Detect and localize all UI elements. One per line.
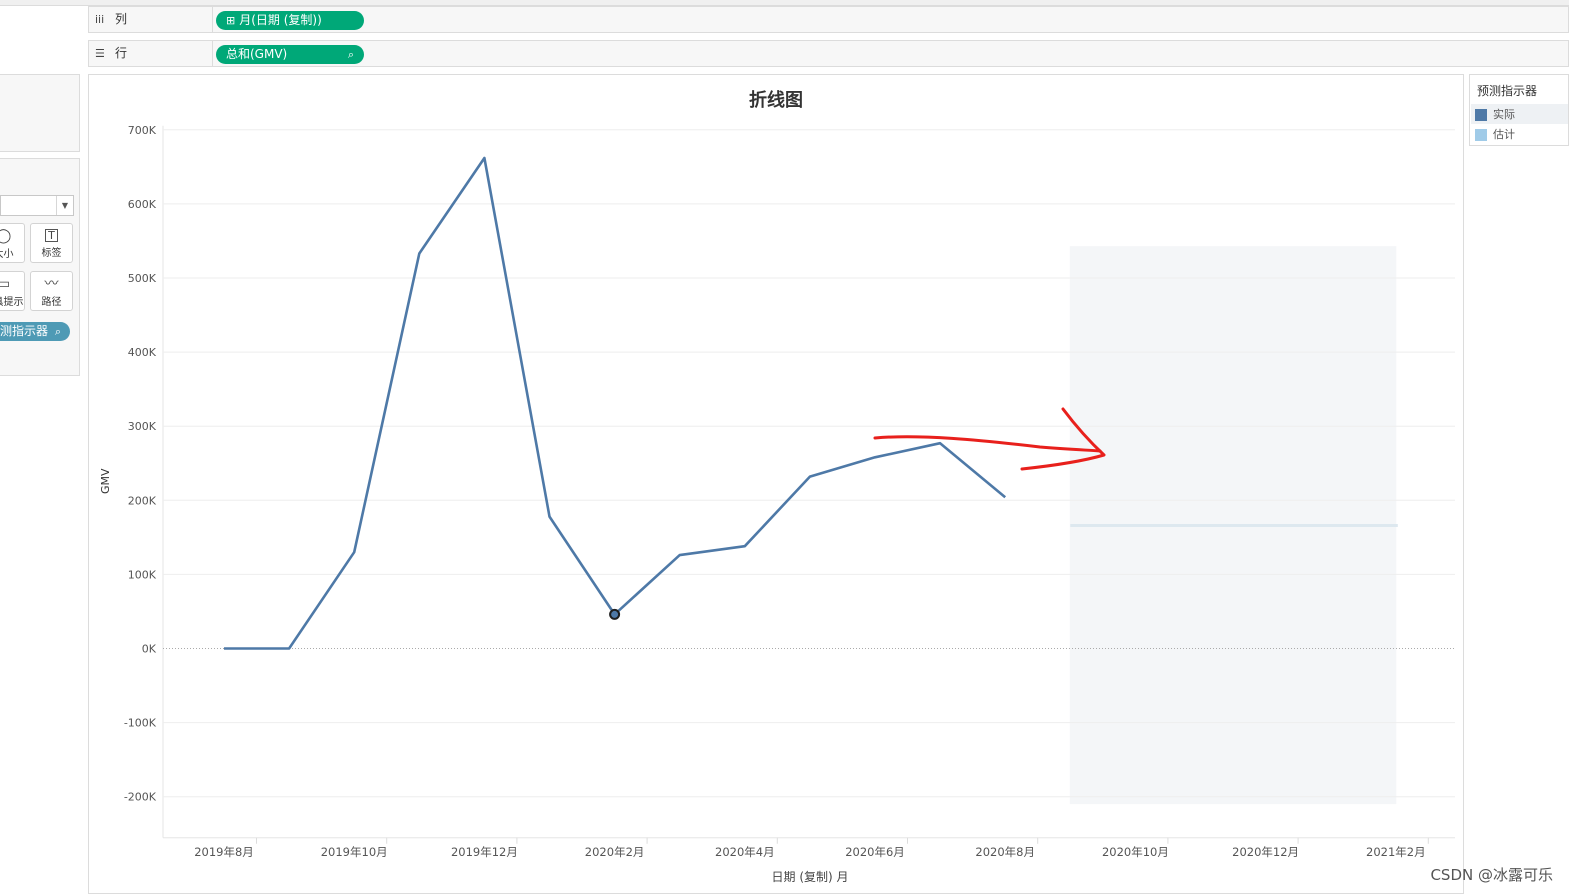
x-tick-label: 2021年2月	[1366, 845, 1426, 859]
x-tick-label: 2020年4月	[715, 845, 775, 859]
y-tick-label: 100K	[128, 568, 157, 581]
legend-label-actual: 实际	[1493, 108, 1515, 121]
legend-card: 预测指示器 实际 估计	[1469, 74, 1569, 146]
y-tick-label: 600K	[128, 198, 157, 211]
legend-item-actual[interactable]: 实际	[1475, 108, 1515, 122]
x-tick-label: 2019年10月	[321, 845, 388, 859]
x-tick-label: 2020年10月	[1102, 845, 1169, 859]
actual-series-line	[224, 156, 1007, 650]
y-tick-label: 200K	[128, 494, 157, 507]
y-tick-label: 400K	[128, 346, 157, 359]
legend-swatch-estimate	[1475, 129, 1487, 141]
selected-data-point	[609, 608, 621, 620]
x-tick-label: 2020年6月	[845, 845, 905, 859]
x-tick-label: 2020年12月	[1232, 845, 1299, 859]
x-tick-label: 2020年8月	[975, 845, 1035, 859]
legend-label-estimate: 估计	[1493, 128, 1515, 141]
legend-swatch-actual	[1475, 109, 1487, 121]
y-tick-label: 700K	[128, 124, 157, 137]
y-tick-label: -200K	[124, 791, 157, 804]
x-tick-label: 2020年2月	[585, 845, 645, 859]
y-tick-label: -100K	[124, 717, 157, 730]
line-chart[interactable]: 700K 600K 500K 400K 300K 200K 100K 0K -100K -200K…	[0, 0, 1569, 894]
x-tick-label: 2019年12月	[451, 845, 518, 859]
watermark: CSDN @冰露可乐	[1430, 866, 1553, 884]
y-tick-label: 300K	[128, 420, 157, 433]
y-tick-label: 500K	[128, 272, 157, 285]
legend-item-estimate[interactable]: 估计	[1475, 128, 1515, 142]
x-tick-label: 2019年8月	[194, 845, 254, 859]
y-tick-label: 0K	[142, 643, 157, 656]
legend-title: 预测指示器	[1477, 84, 1538, 98]
